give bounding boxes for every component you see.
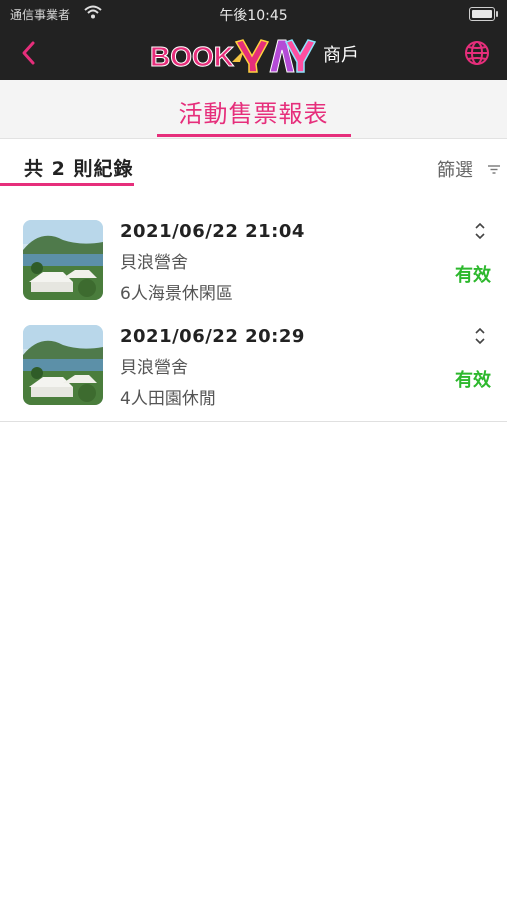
record-datetime: 2021/06/22 21:04 <box>120 221 305 242</box>
record-row[interactable]: 2021/06/22 20:29 貝浪營舍 4人田園休閒 有效 <box>0 316 507 422</box>
record-product: 6人海景休閑區 <box>120 284 233 304</box>
language-button[interactable] <box>463 39 491 67</box>
record-venue: 貝浪營舍 <box>120 358 188 378</box>
status-bar: 通信事業者 午後10:45 <box>0 0 507 28</box>
battery-icon <box>469 7 498 21</box>
nav-bar: BOOK 商戶 <box>0 28 507 80</box>
filter-button[interactable]: 篩選 <box>437 156 501 182</box>
record-product: 4人田園休閒 <box>120 389 216 409</box>
filter-icon <box>488 165 500 174</box>
status-badge: 有效 <box>455 265 491 286</box>
record-row[interactable]: 2021/06/22 21:04 貝浪營舍 6人海景休閑區 有效 <box>0 211 507 317</box>
bookyay-logo: BOOK <box>150 39 317 73</box>
page-header: 活動售票報表 <box>0 80 507 139</box>
title-underline <box>157 134 351 137</box>
record-count-underline <box>0 183 134 186</box>
globe-icon <box>465 41 489 65</box>
record-datetime: 2021/06/22 20:29 <box>120 326 305 347</box>
filter-label: 篩選 <box>437 160 473 181</box>
back-button[interactable] <box>14 38 44 68</box>
venue-thumbnail <box>23 220 103 300</box>
status-time: 午後10:45 <box>219 8 288 24</box>
record-venue: 貝浪營舍 <box>120 253 188 273</box>
svg-text:BOOK: BOOK <box>150 41 234 72</box>
record-count: 共 2 則紀錄 <box>24 158 134 180</box>
merchant-label: 商戶 <box>323 45 359 66</box>
venue-thumbnail <box>23 325 103 405</box>
status-badge: 有效 <box>455 370 491 391</box>
chevron-left-icon <box>22 41 35 65</box>
chevron-up-down-icon[interactable] <box>473 326 487 346</box>
chevron-up-down-icon[interactable] <box>473 221 487 241</box>
page-title: 活動售票報表 <box>178 100 329 128</box>
